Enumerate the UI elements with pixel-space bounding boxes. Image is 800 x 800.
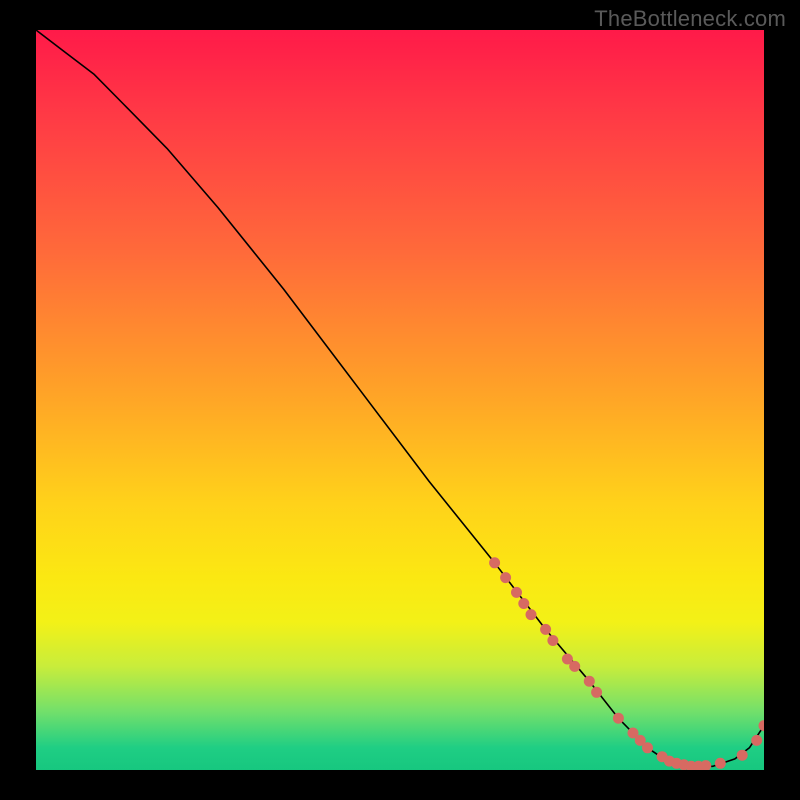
sample-dot [715,758,725,768]
sample-dots-group [490,558,764,770]
plot-area [36,30,764,770]
sample-dot [548,636,558,646]
sample-dot [643,743,653,753]
sample-dot [752,735,762,745]
sample-dot [519,599,529,609]
curve-svg [36,30,764,770]
chart-frame: TheBottleneck.com [0,0,800,800]
sample-dot [501,573,511,583]
sample-dot [570,661,580,671]
bottleneck-curve-path [36,30,764,766]
sample-dot [737,750,747,760]
sample-dot [490,558,500,568]
sample-dot [759,721,764,731]
sample-dot [613,713,623,723]
sample-dot [584,676,594,686]
sample-dot [512,587,522,597]
watermark-text: TheBottleneck.com [594,6,786,32]
sample-dot [701,761,711,770]
sample-dot [592,687,602,697]
sample-dot [526,610,536,620]
sample-dot [541,624,551,634]
